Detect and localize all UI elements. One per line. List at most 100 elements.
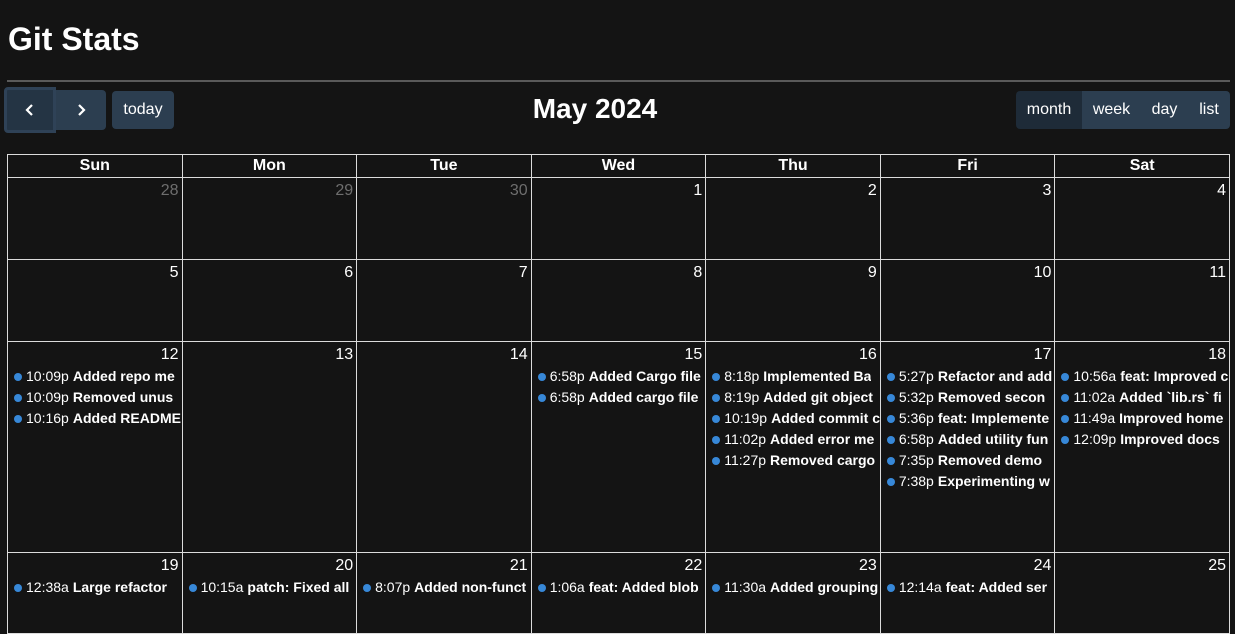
calendar-event[interactable]: 10:09p Added repo me: [14, 366, 181, 387]
day-cell[interactable]: 21 8:07p Added non-funct: [356, 552, 532, 634]
list-view-button[interactable]: list: [1188, 91, 1230, 129]
event-title: Removed secon: [937, 389, 1046, 405]
day-cell[interactable]: 13: [181, 341, 358, 553]
day-number[interactable]: 9: [707, 261, 880, 285]
day-cell[interactable]: 1: [530, 177, 707, 260]
day-cell[interactable]: 28: [7, 177, 183, 260]
day-cell[interactable]: 2: [705, 177, 881, 260]
day-cell[interactable]: 23 11:30a Added grouping: [705, 552, 881, 634]
day-cell[interactable]: 7: [356, 259, 532, 342]
event-time: 10:56a: [1073, 368, 1117, 384]
day-cell[interactable]: 16 8:18p Implemented Ba 8:19p Added git obje…: [705, 341, 881, 553]
day-cell[interactable]: 24 12:14a feat: Added ser: [879, 552, 1056, 634]
day-cell[interactable]: 20 10:15a patch: Fixed all: [181, 552, 358, 634]
calendar-event[interactable]: 11:30a Added grouping: [712, 577, 879, 598]
day-cell[interactable]: 19 12:38a Large refactor: [7, 552, 183, 634]
calendar-event[interactable]: 8:07p Added non-funct: [363, 577, 530, 598]
day-view-button[interactable]: day: [1141, 91, 1188, 129]
day-number[interactable]: 22: [532, 554, 705, 578]
day-number[interactable]: 25: [1056, 554, 1229, 578]
day-number[interactable]: 24: [881, 554, 1054, 578]
day-cell[interactable]: 30: [356, 177, 532, 260]
today-button[interactable]: today: [112, 91, 174, 129]
day-number[interactable]: 10: [881, 261, 1054, 285]
calendar-event[interactable]: 10:16p Added README: [14, 408, 181, 429]
day-cell[interactable]: 8: [530, 259, 707, 342]
calendar-event[interactable]: 10:09p Removed unus: [14, 387, 181, 408]
day-number[interactable]: 7: [358, 261, 531, 285]
day-number[interactable]: 2: [707, 179, 880, 203]
calendar-event[interactable]: 12:14a feat: Added ser: [886, 577, 1054, 598]
calendar-event[interactable]: 11:49a Improved home: [1061, 408, 1228, 429]
weekday-mon: Mon: [181, 154, 358, 178]
day-cell[interactable]: 4: [1054, 177, 1230, 260]
day-cell[interactable]: 14: [356, 341, 532, 553]
header-divider: [7, 80, 1230, 82]
day-cell[interactable]: 5: [7, 259, 183, 342]
calendar-event[interactable]: 10:56a feat: Improved c: [1061, 366, 1228, 387]
day-number[interactable]: 20: [183, 554, 356, 578]
calendar-event[interactable]: 8:18p Implemented Ba: [712, 366, 879, 387]
calendar-event[interactable]: 5:27p Refactor and add: [886, 366, 1054, 387]
day-cell[interactable]: 6: [181, 259, 358, 342]
day-cell[interactable]: 12 10:09p Added repo me 10:09p Removed unus 1…: [7, 341, 183, 553]
day-cell[interactable]: 3: [879, 177, 1056, 260]
day-number[interactable]: 16: [707, 343, 880, 367]
event-dot-icon: [886, 477, 895, 486]
calendar-event[interactable]: 6:58p Added utility fun: [886, 429, 1054, 450]
calendar-event[interactable]: 5:32p Removed secon: [886, 387, 1054, 408]
calendar-event[interactable]: 5:36p feat: Implemente: [886, 408, 1054, 429]
calendar-event[interactable]: 7:38p Experimenting w: [886, 471, 1054, 492]
event-title: Added Cargo file: [588, 368, 701, 384]
calendar-event[interactable]: 10:15a patch: Fixed all: [188, 577, 356, 598]
day-number[interactable]: 15: [532, 343, 705, 367]
prev-button[interactable]: [4, 87, 56, 133]
calendar-event[interactable]: 11:02a Added `lib.rs` fi: [1061, 387, 1228, 408]
day-number[interactable]: 23: [707, 554, 880, 578]
day-number[interactable]: 13: [183, 343, 356, 367]
event-title: Added grouping: [770, 579, 879, 595]
day-cell[interactable]: 18 10:56a feat: Improved c 11:02a Added `lib…: [1054, 341, 1230, 553]
calendar-event[interactable]: 7:35p Removed demo: [886, 450, 1054, 471]
day-cell[interactable]: 11: [1054, 259, 1230, 342]
calendar-event[interactable]: 6:58p Added Cargo file: [537, 366, 705, 387]
day-number[interactable]: 12: [8, 343, 181, 367]
day-number[interactable]: 5: [8, 261, 181, 285]
day-number[interactable]: 17: [881, 343, 1054, 367]
day-number[interactable]: 30: [358, 179, 531, 203]
day-number[interactable]: 1: [532, 179, 705, 203]
next-button[interactable]: [56, 90, 106, 130]
event-title: patch: Fixed all: [247, 579, 350, 595]
day-number[interactable]: 28: [8, 179, 181, 203]
calendar-event[interactable]: 11:27p Removed cargo: [712, 450, 879, 471]
day-number[interactable]: 21: [358, 554, 531, 578]
event-dot-icon: [1061, 435, 1070, 444]
month-view-button[interactable]: month: [1016, 91, 1082, 129]
day-number[interactable]: 29: [183, 179, 356, 203]
day-number[interactable]: 19: [8, 554, 181, 578]
day-cell[interactable]: 17 5:27p Refactor and add 5:32p Removed seco…: [879, 341, 1056, 553]
calendar-event[interactable]: 12:09p Improved docs: [1061, 429, 1228, 450]
day-cell[interactable]: 22 1:06a feat: Added blob: [530, 552, 707, 634]
day-cell[interactable]: 9: [705, 259, 881, 342]
day-cell[interactable]: 29: [181, 177, 358, 260]
day-cell[interactable]: 15 6:58p Added Cargo file 6:58p Added cargo …: [530, 341, 707, 553]
event-title: Removed cargo: [770, 452, 876, 468]
calendar-event[interactable]: 6:58p Added cargo file: [537, 387, 705, 408]
day-number[interactable]: 6: [183, 261, 356, 285]
day-number[interactable]: 8: [532, 261, 705, 285]
event-dot-icon: [363, 583, 372, 592]
calendar-event[interactable]: 10:19p Added commit c: [712, 408, 879, 429]
calendar-event[interactable]: 12:38a Large refactor: [14, 577, 181, 598]
day-cell[interactable]: 25: [1054, 552, 1230, 634]
calendar-event[interactable]: 8:19p Added git object: [712, 387, 879, 408]
calendar-event[interactable]: 1:06a feat: Added blob: [537, 577, 705, 598]
day-number[interactable]: 3: [881, 179, 1054, 203]
day-number[interactable]: 11: [1056, 261, 1229, 285]
week-view-button[interactable]: week: [1082, 91, 1141, 129]
day-number[interactable]: 4: [1056, 179, 1229, 203]
calendar-event[interactable]: 11:02p Added error me: [712, 429, 879, 450]
day-number[interactable]: 18: [1056, 343, 1229, 367]
day-cell[interactable]: 10: [879, 259, 1056, 342]
day-number[interactable]: 14: [358, 343, 531, 367]
